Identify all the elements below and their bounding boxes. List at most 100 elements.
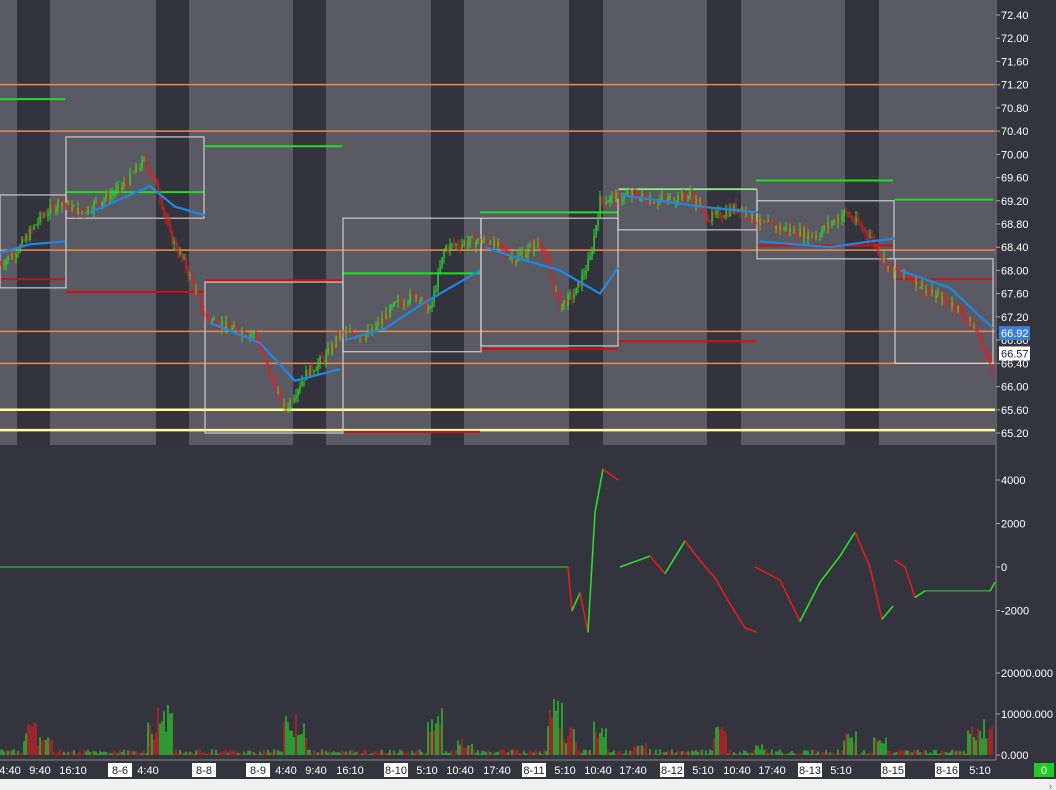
- candle-body: [161, 198, 163, 209]
- candle-body: [411, 292, 413, 294]
- candle-body: [617, 192, 619, 194]
- candle-body: [273, 377, 275, 385]
- candle-body: [465, 241, 467, 246]
- candle-body: [919, 287, 921, 289]
- candle-body: [119, 185, 121, 190]
- candle-body: [57, 200, 59, 208]
- candle-body: [955, 308, 957, 312]
- candle-body: [565, 300, 567, 306]
- candle-body: [927, 290, 929, 292]
- candle-body: [253, 332, 255, 335]
- candle-body: [615, 192, 617, 203]
- candle-body: [251, 334, 253, 336]
- candle-body: [709, 220, 711, 222]
- candle-body: [935, 294, 937, 299]
- candle-body: [693, 197, 695, 205]
- candle-body: [165, 212, 167, 220]
- candle-body: [647, 201, 649, 204]
- trading-chart[interactable]: 72.40 72.00 71.60 71.20 70.80 70.40 70.00 69.60…: [0, 0, 1056, 790]
- candle-body: [655, 202, 657, 204]
- candle-body: [801, 228, 803, 238]
- candle-body: [783, 228, 785, 231]
- time-label: 10:40: [723, 765, 751, 777]
- candle-body: [77, 207, 79, 215]
- candle-body: [141, 159, 143, 169]
- candle-body: [609, 196, 611, 202]
- price-tick-label: 69.20: [1001, 196, 1029, 208]
- date-label: 8-15: [882, 765, 904, 777]
- candle-body: [841, 215, 843, 221]
- candle-body: [191, 275, 193, 282]
- candle-body: [27, 235, 29, 241]
- candle-body: [541, 245, 543, 253]
- candle-body: [909, 275, 911, 279]
- candle-body: [813, 236, 815, 238]
- candle-body: [451, 243, 453, 245]
- candle-body: [213, 319, 215, 321]
- candle-body: [5, 260, 7, 266]
- candle-body: [891, 267, 893, 276]
- candle-body: [177, 249, 179, 255]
- candle-body: [725, 210, 727, 217]
- candle-body: [121, 186, 123, 190]
- candle-body: [377, 321, 379, 326]
- candle-body: [749, 217, 751, 220]
- candle-body: [123, 181, 125, 187]
- candle-body: [965, 319, 967, 321]
- candle-body: [827, 222, 829, 228]
- candle-body: [871, 236, 873, 238]
- scroll-right-icon[interactable]: ›: [1049, 781, 1052, 790]
- price-tick-label: 72.40: [1001, 10, 1029, 22]
- candle-body: [0, 264, 1, 266]
- candle-body: [843, 210, 845, 216]
- candle-body: [219, 328, 221, 330]
- price-tick-label: 66.00: [1001, 382, 1029, 394]
- candle-body: [543, 252, 545, 255]
- candle-body: [131, 172, 133, 174]
- candle-body: [775, 226, 777, 230]
- candle-body: [65, 203, 67, 205]
- candle-body: [97, 200, 99, 204]
- candle-body: [589, 256, 591, 260]
- candle-body: [1, 264, 3, 266]
- candle-body: [281, 393, 283, 406]
- candle-body: [789, 227, 791, 232]
- candle-body: [315, 369, 317, 372]
- candle-body: [791, 227, 793, 232]
- candle-body: [519, 253, 521, 256]
- candle-body: [327, 347, 329, 354]
- candle-body: [951, 302, 953, 307]
- candle-body: [447, 246, 449, 251]
- candle-body: [695, 198, 697, 205]
- candle-body: [495, 239, 497, 246]
- candle-body: [947, 300, 949, 305]
- candle-body: [667, 197, 669, 200]
- price-tick-label: 71.60: [1001, 56, 1029, 68]
- candle-body: [483, 238, 485, 242]
- candle-body: [283, 403, 285, 406]
- time-label: 10:40: [584, 765, 612, 777]
- candle-body: [967, 319, 969, 321]
- osc-tick-label: -2000: [1001, 606, 1029, 618]
- candle-body: [23, 239, 25, 241]
- candle-body: [509, 256, 511, 259]
- candle-body: [193, 281, 195, 292]
- candle-body: [829, 222, 831, 226]
- candle-body: [963, 314, 965, 320]
- candle-body: [291, 400, 293, 402]
- candle-body: [911, 278, 913, 280]
- candle-body: [459, 246, 461, 248]
- candle-body: [767, 220, 769, 223]
- candle-body: [525, 253, 527, 258]
- candle-body: [337, 335, 339, 340]
- candle-body: [949, 304, 951, 307]
- candle-body: [189, 275, 191, 277]
- candle-body: [945, 299, 947, 301]
- candle-body: [567, 294, 569, 306]
- corner-badge[interactable]: 0: [1034, 763, 1054, 777]
- candle-body: [71, 206, 73, 211]
- candle-body: [39, 213, 41, 223]
- candle-body: [89, 206, 91, 211]
- candle-body: [913, 279, 915, 285]
- horizontal-scrollbar[interactable]: [0, 779, 1056, 790]
